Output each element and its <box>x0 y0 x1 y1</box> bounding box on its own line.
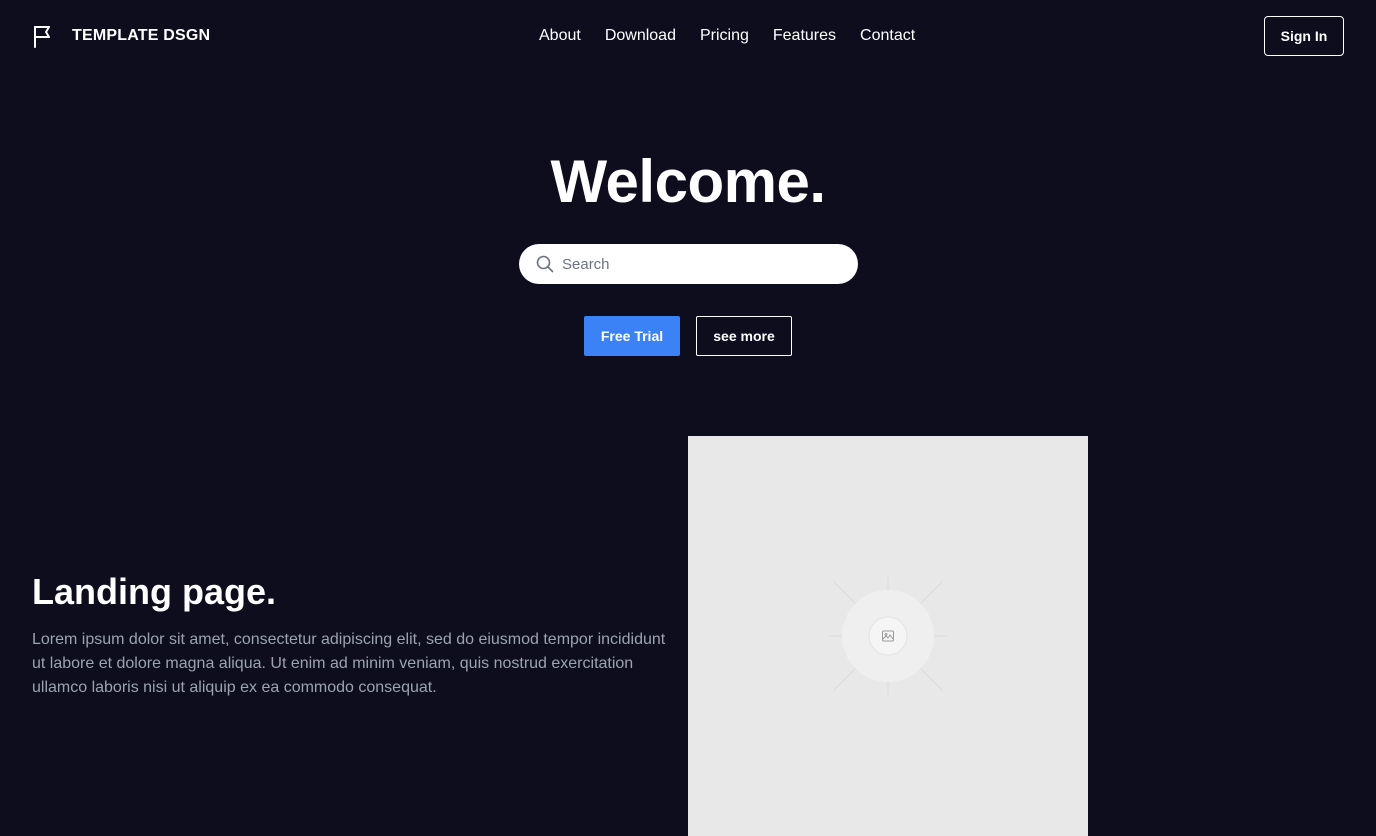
nav-link-contact[interactable]: Contact <box>848 25 927 47</box>
sign-in-button[interactable]: Sign In <box>1264 16 1344 56</box>
search-bar[interactable] <box>519 244 858 284</box>
image-icon <box>828 576 948 696</box>
nav-link-pricing[interactable]: Pricing <box>688 25 761 47</box>
navbar: TEMPLATE DSGN About Download Pricing Fea… <box>0 0 1376 72</box>
hero-title: Welcome. <box>550 148 827 215</box>
nav-link-download[interactable]: Download <box>593 25 688 47</box>
flag-icon <box>32 22 56 50</box>
image-placeholder <box>688 436 1088 836</box>
brand[interactable]: TEMPLATE DSGN <box>32 22 210 50</box>
search-icon <box>536 255 554 273</box>
see-more-button[interactable]: see more <box>696 316 792 356</box>
hero-buttons: Free Trial see more <box>584 316 792 356</box>
search-input[interactable] <box>560 249 840 279</box>
nav-link-about[interactable]: About <box>527 25 593 47</box>
brand-name: TEMPLATE DSGN <box>72 27 211 44</box>
landing-page: TEMPLATE DSGN About Download Pricing Fea… <box>0 0 1376 836</box>
feature-heading: Landing page. <box>32 571 277 612</box>
feature-description: Lorem ipsum dolor sit amet, consectetur … <box>32 631 666 696</box>
nav-links: About Download Pricing Features Contact <box>527 25 927 47</box>
free-trial-button[interactable]: Free Trial <box>584 316 680 356</box>
nav-link-features[interactable]: Features <box>761 25 848 47</box>
